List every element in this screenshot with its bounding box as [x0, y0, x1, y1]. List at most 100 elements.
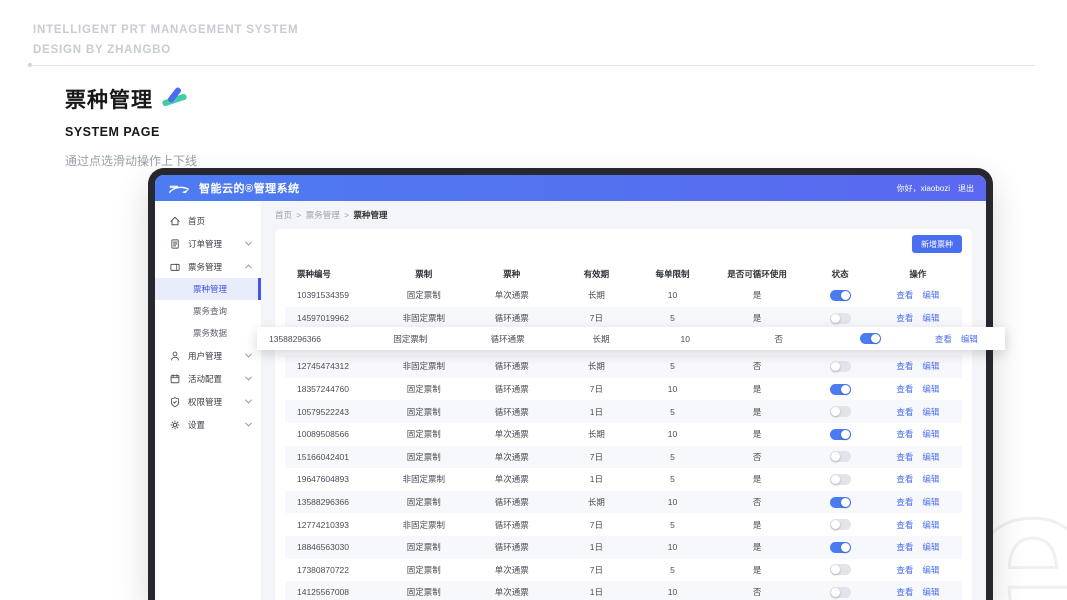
edit-link[interactable]: 编辑: [922, 473, 939, 485]
status-toggle[interactable]: [829, 451, 851, 463]
add-ticket-type-button[interactable]: 新增票种: [912, 235, 962, 253]
edit-link[interactable]: 编辑: [961, 333, 978, 345]
table-row[interactable]: 12774210393 非固定票制 循环通票 7日 5 是 查看 编辑: [285, 513, 962, 536]
ticket-type: 单次通票: [494, 429, 529, 440]
table-row[interactable]: 14125567008 固定票制 单次通票 1日 10 否 查看 编辑: [285, 581, 962, 600]
status-toggle[interactable]: [829, 312, 851, 324]
ticket-type: 单次通票: [494, 290, 529, 301]
ticket-system: 固定票制: [406, 290, 441, 301]
device-mockup: 智能云的®管理系统 你好，xiaobozi 退出 首页 订单管理 票务管理 票种…: [148, 168, 993, 600]
sidebar-subitem[interactable]: 票务查询: [155, 300, 261, 322]
status-toggle[interactable]: [829, 289, 851, 301]
ticket-id: 12774210393: [297, 519, 350, 530]
sidebar-subitem[interactable]: 票务数据: [155, 322, 261, 344]
edit-link[interactable]: 编辑: [922, 519, 939, 531]
calendar-icon: [169, 373, 181, 385]
content-area: 首页 > 票务管理 > 票种管理 新增票种 票种编号 票制 票种 有效期 每单限…: [261, 201, 986, 600]
col-validity: 有效期: [583, 269, 610, 279]
table-row[interactable]: 10089508566 固定票制 单次通票 长期 10 是 查看 编辑: [285, 423, 962, 446]
edit-link[interactable]: 编辑: [922, 406, 939, 418]
ticket-id: 18846563030: [297, 542, 350, 553]
table-row[interactable]: 17380870722 固定票制 单次通票 7日 5 是 查看 编辑: [285, 559, 962, 582]
breadcrumb-home[interactable]: 首页: [275, 210, 292, 220]
status-toggle[interactable]: [829, 519, 851, 531]
view-link[interactable]: 查看: [896, 289, 913, 301]
edit-link[interactable]: 编辑: [922, 496, 939, 508]
view-link[interactable]: 查看: [896, 519, 913, 531]
sidebar-item-user[interactable]: 用户管理: [155, 344, 261, 367]
status-toggle[interactable]: [829, 406, 851, 418]
edit-link[interactable]: 编辑: [922, 289, 939, 301]
table-row[interactable]: 18846563030 固定票制 循环通票 1日 10 是 查看 编辑: [285, 535, 962, 559]
table-row[interactable]: 12745474312 非固定票制 循环通票 长期 5 否 查看 编辑: [285, 355, 962, 378]
view-link[interactable]: 查看: [896, 406, 913, 418]
status-toggle[interactable]: [829, 587, 851, 599]
order-icon: [169, 238, 181, 250]
edit-link[interactable]: 编辑: [922, 383, 939, 395]
view-link[interactable]: 查看: [896, 451, 913, 463]
edit-link[interactable]: 编辑: [922, 428, 939, 440]
status-toggle[interactable]: [829, 361, 851, 373]
col-ticket-id: 票种编号: [297, 269, 332, 279]
edit-link[interactable]: 编辑: [922, 312, 939, 324]
status-toggle[interactable]: [829, 564, 851, 576]
chevron-icon: [244, 264, 253, 272]
home-icon: [169, 215, 181, 227]
view-link[interactable]: 查看: [896, 428, 913, 440]
edit-link[interactable]: 编辑: [922, 360, 939, 372]
ticket-type: 单次通票: [494, 587, 529, 598]
table-row[interactable]: 18357244760 固定票制 循环通票 7日 10 是 查看 编辑: [285, 378, 962, 401]
sidebar-item-order[interactable]: 订单管理: [155, 232, 261, 255]
table-row[interactable]: 10579522243 固定票制 循环通票 1日 5 是 查看 编辑: [285, 400, 962, 423]
recyclable-flag: 否: [774, 333, 783, 344]
ticket-id: 13588296366: [297, 497, 350, 508]
recyclable-flag: 是: [752, 519, 762, 530]
ticket-id: 18357244760: [297, 384, 350, 395]
edit-link[interactable]: 编辑: [922, 541, 939, 553]
edit-link[interactable]: 编辑: [922, 451, 939, 463]
edit-link[interactable]: 编辑: [922, 564, 939, 576]
ticket-type: 单次通票: [494, 451, 529, 462]
sidebar-item-shield[interactable]: 权限管理: [155, 390, 261, 413]
status-toggle[interactable]: [829, 496, 851, 508]
floating-row-slot[interactable]: 13588296366 固定票制 循环通票 长期 10 否 查看 编辑: [257, 327, 1005, 350]
sidebar-item-ticket[interactable]: 票务管理: [155, 255, 261, 278]
table-row[interactable]: 19647604893 非固定票制 单次通票 1日 5 是 查看 编辑: [285, 468, 962, 491]
table-row[interactable]: 15166042401 固定票制 单次通票 7日 5 否 查看 编辑: [285, 445, 962, 469]
status-toggle[interactable]: [829, 541, 851, 553]
col-actions: 操作: [909, 269, 927, 279]
table-row[interactable]: 10391534359 固定票制 单次通票 长期 10 是 查看 编辑: [285, 284, 962, 307]
view-link[interactable]: 查看: [896, 383, 913, 395]
status-toggle[interactable]: [829, 428, 851, 440]
ticket-id: 13588296366: [269, 333, 322, 344]
edit-link[interactable]: 编辑: [922, 586, 939, 598]
table-row[interactable]: 13588296366 固定票制 循环通票 长期 10 否 查看 编辑: [285, 490, 962, 514]
gear-icon: [169, 419, 181, 431]
page-description: 通过点选滑动操作上下线: [65, 154, 198, 168]
sidebar-item-home[interactable]: 首页: [155, 209, 261, 232]
view-link[interactable]: 查看: [896, 496, 913, 508]
recyclable-flag: 是: [752, 429, 762, 440]
ticket-type: 循环通票: [494, 542, 529, 553]
view-link[interactable]: 查看: [896, 586, 913, 598]
table-row[interactable]: 13588296366 固定票制 循环通票 长期 10 否 查看 编辑: [257, 327, 1005, 350]
status-toggle[interactable]: [829, 383, 851, 395]
sidebar-item-gear[interactable]: 设置: [155, 413, 261, 436]
table-row[interactable]: 14597019962 非固定票制 循环通票 7日 5 是 查看 编辑: [285, 306, 962, 330]
view-link[interactable]: 查看: [896, 473, 913, 485]
status-toggle[interactable]: [829, 474, 851, 486]
status-toggle[interactable]: [859, 333, 881, 345]
view-link[interactable]: 查看: [896, 312, 913, 324]
recyclable-flag: 否: [752, 587, 762, 598]
sidebar-item-calendar[interactable]: 活动配置: [155, 367, 261, 390]
ticket-validity: 1日: [589, 406, 603, 417]
sidebar-subitem[interactable]: 票种管理: [155, 278, 261, 300]
view-link[interactable]: 查看: [896, 360, 913, 372]
logout-link[interactable]: 退出: [958, 183, 974, 194]
view-link[interactable]: 查看: [935, 333, 952, 345]
breadcrumb-ticketing[interactable]: 票务管理: [306, 210, 340, 220]
ticket-id: 12745474312: [297, 361, 350, 372]
col-recyclable: 是否可循环使用: [727, 269, 787, 279]
view-link[interactable]: 查看: [896, 564, 913, 576]
view-link[interactable]: 查看: [896, 541, 913, 553]
